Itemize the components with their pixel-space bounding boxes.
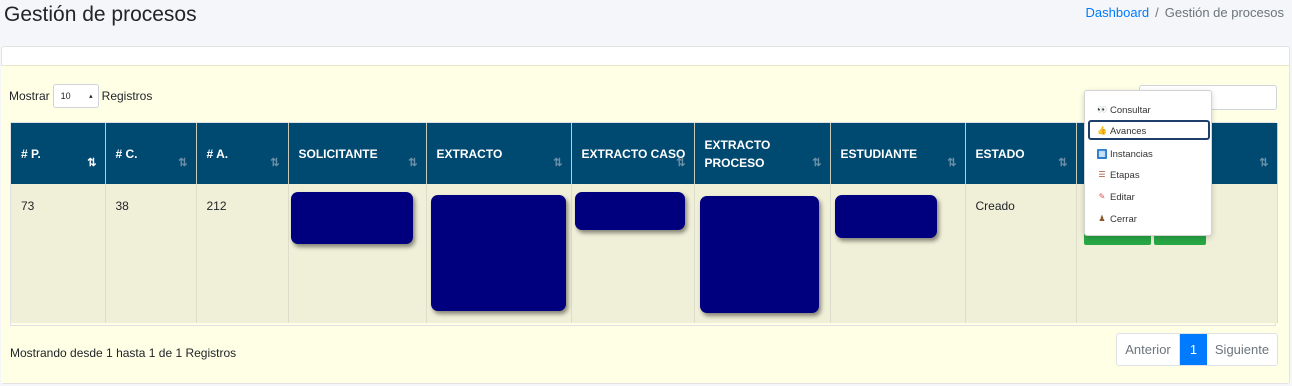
column-header-extracto[interactable]: EXTRACTO ⇅ bbox=[426, 123, 572, 184]
redaction-block bbox=[700, 196, 819, 313]
sort-desc-icon: ⇅ bbox=[87, 157, 97, 169]
sort-icon: ⇅ bbox=[947, 157, 957, 169]
table-info: Mostrando desde 1 hasta 1 de 1 Registros bbox=[10, 346, 237, 360]
sort-icon: ⇅ bbox=[270, 157, 280, 169]
cell-a: 212 bbox=[196, 184, 289, 323]
length-select-value: 10 bbox=[60, 91, 71, 101]
eyes-icon: 👀 bbox=[1097, 105, 1107, 114]
redaction-block bbox=[575, 192, 685, 230]
breadcrumb-separator: / bbox=[1155, 5, 1159, 20]
column-header-a[interactable]: # A. ⇅ bbox=[196, 123, 289, 184]
sort-icon: ⇅ bbox=[553, 157, 563, 169]
grid-icon: ▦ bbox=[1097, 149, 1107, 159]
pagination-next[interactable]: Siguiente bbox=[1207, 334, 1277, 365]
sort-icon: ⇅ bbox=[812, 157, 822, 169]
length-label-after: Registros bbox=[101, 89, 153, 103]
pagination-page-1[interactable]: 1 bbox=[1180, 334, 1207, 365]
edit-icon: ✎ bbox=[1098, 192, 1106, 201]
length-label-before: Mostrar bbox=[9, 89, 50, 103]
pagination-previous[interactable]: Anterior bbox=[1117, 334, 1180, 365]
cell-estado: Creado bbox=[965, 184, 1077, 323]
sort-icon: ⇅ bbox=[408, 157, 418, 169]
menu-item-etapas[interactable]: ☰ Etapas bbox=[1097, 167, 1139, 183]
column-header-p[interactable]: # P. ⇅ bbox=[11, 123, 106, 184]
breadcrumb-current: Gestión de procesos bbox=[1164, 5, 1284, 20]
length-select[interactable]: 10 ▴ bbox=[52, 84, 99, 108]
thumbs-up-icon: 👍 bbox=[1097, 126, 1107, 135]
length-control: Mostrar 10 ▴ Registros bbox=[9, 84, 152, 108]
ladder-icon: ☰ bbox=[1098, 170, 1106, 179]
sort-icon: ⇅ bbox=[1259, 157, 1269, 169]
column-header-estudiante[interactable]: ESTUDIANTE ⇅ bbox=[830, 123, 966, 184]
menu-item-consultar[interactable]: 👀 Consultar bbox=[1097, 102, 1151, 118]
redaction-block bbox=[835, 195, 937, 238]
menu-item-editar[interactable]: ✎ Editar bbox=[1097, 189, 1135, 205]
sort-icon: ⇅ bbox=[1058, 157, 1068, 169]
column-header-estado[interactable]: ESTADO ⇅ bbox=[965, 123, 1077, 184]
sort-icon: ⇅ bbox=[676, 157, 686, 169]
sort-icon: ⇅ bbox=[178, 157, 188, 169]
person-icon: ♟ bbox=[1098, 214, 1106, 223]
select-arrows-icon: ▴ bbox=[89, 93, 93, 100]
breadcrumb-dashboard-link[interactable]: Dashboard bbox=[1086, 5, 1150, 20]
column-header-extracto-proceso[interactable]: EXTRACTO PROCESO ⇅ bbox=[694, 123, 831, 184]
actions-dropdown-menu: 👀 Consultar 👍 Avances ▦ Instancias ☰ Etapas … bbox=[1084, 90, 1212, 236]
column-header-c[interactable]: # C. ⇅ bbox=[105, 123, 197, 184]
column-header-extracto-caso[interactable]: EXTRACTO CASO ⇅ bbox=[571, 123, 695, 184]
page-title: Gestión de procesos bbox=[4, 3, 197, 26]
redaction-block bbox=[291, 192, 413, 244]
redaction-block bbox=[431, 195, 566, 311]
cell-c: 38 bbox=[105, 184, 197, 323]
pagination: Anterior 1 Siguiente bbox=[1116, 333, 1278, 366]
breadcrumb: Dashboard / Gestión de procesos bbox=[1086, 5, 1284, 20]
cell-p: 73 bbox=[11, 184, 106, 323]
menu-item-instancias[interactable]: ▦ Instancias bbox=[1097, 146, 1153, 162]
menu-item-cerrar[interactable]: ♟ Cerrar bbox=[1097, 211, 1137, 227]
menu-item-avances[interactable]: 👍 Avances bbox=[1097, 123, 1146, 139]
column-header-solicitante[interactable]: SOLICITANTE ⇅ bbox=[288, 123, 427, 184]
